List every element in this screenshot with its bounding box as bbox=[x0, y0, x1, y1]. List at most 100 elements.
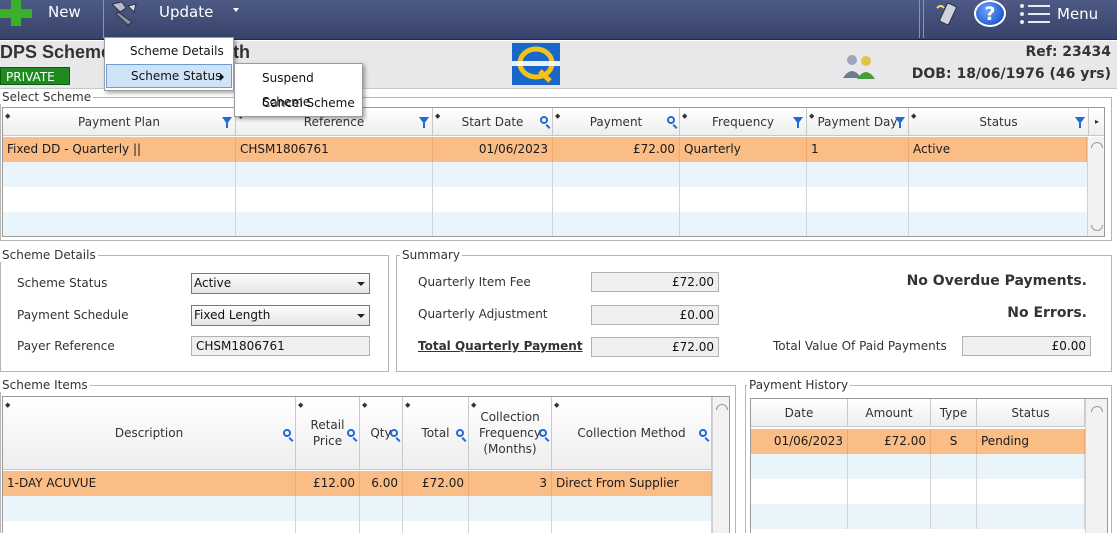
menu-icon[interactable] bbox=[1020, 1, 1050, 27]
table-row bbox=[3, 212, 1087, 236]
ref-text: Ref: 23434 bbox=[1025, 44, 1111, 60]
item-fee-field: £72.00 bbox=[591, 272, 719, 292]
scroll-up-icon[interactable] bbox=[1091, 406, 1103, 412]
column-header-start-date[interactable]: ◆ Start Date bbox=[433, 108, 553, 136]
menu-button[interactable]: Menu bbox=[1057, 4, 1098, 24]
search-icon[interactable] bbox=[456, 429, 464, 437]
chevron-down-icon[interactable] bbox=[233, 8, 239, 12]
table-row bbox=[3, 187, 1087, 212]
menu-item-cancel-scheme[interactable]: Cancel Scheme bbox=[236, 91, 361, 115]
update-label: Update bbox=[159, 3, 214, 21]
filter-icon[interactable] bbox=[793, 117, 803, 128]
payment-history-scrollbar[interactable] bbox=[1085, 399, 1107, 533]
column-header-payment[interactable]: ◆ Payment bbox=[553, 108, 680, 136]
search-icon[interactable] bbox=[539, 429, 547, 437]
search-icon[interactable] bbox=[699, 429, 707, 437]
column-header-status[interactable]: Status bbox=[977, 399, 1085, 427]
table-row bbox=[751, 479, 1085, 504]
scheme-status-submenu: Suspend Scheme Cancel Scheme bbox=[234, 63, 363, 117]
search-icon[interactable] bbox=[283, 429, 291, 437]
table-row bbox=[3, 521, 712, 533]
column-header-qty[interactable]: ◆ Qty bbox=[360, 397, 403, 470]
adjustment-field[interactable]: £0.00 bbox=[591, 305, 719, 325]
cell-start-date: 01/06/2023 bbox=[433, 137, 553, 162]
cell-qty: 6.00 bbox=[360, 471, 403, 496]
help-icon[interactable]: ? bbox=[974, 0, 1006, 27]
item-fee-label: Quarterly Item Fee bbox=[418, 275, 531, 289]
tools-icon bbox=[110, 1, 137, 26]
search-icon[interactable] bbox=[390, 429, 398, 437]
menu-item-label: Scheme Status bbox=[131, 69, 222, 83]
scroll-up-icon[interactable] bbox=[1091, 142, 1103, 148]
column-header-retail-price[interactable]: ◆ Retail Price bbox=[296, 397, 360, 470]
total-payment-field: £72.00 bbox=[591, 337, 719, 357]
table-row bbox=[751, 504, 1085, 529]
column-header-type[interactable]: Type bbox=[931, 399, 977, 427]
filter-icon[interactable] bbox=[419, 117, 429, 128]
dob-text: DOB: 18/06/1976 (46 yrs) bbox=[911, 66, 1111, 82]
status-badge: PRIVATE bbox=[0, 67, 70, 85]
page-title-left: DPS Scheme bbox=[0, 42, 112, 62]
cell-payment-plan: Fixed DD - Quarterly || bbox=[3, 137, 236, 162]
scheme-items-label: Scheme Items bbox=[0, 378, 90, 392]
total-payment-label[interactable]: Total Quarterly Payment bbox=[418, 339, 583, 353]
cell-payment-day: 1 bbox=[807, 137, 909, 162]
scheme-details-label: Scheme Details bbox=[0, 248, 98, 262]
people-icon[interactable] bbox=[840, 52, 878, 80]
scheme-grid-scrollbar[interactable] bbox=[1087, 137, 1104, 236]
table-row[interactable]: 01/06/2023 £72.00 S Pending bbox=[751, 429, 1085, 454]
scheme-grid: ◆Payment Plan ◆Reference ◆Start Date ◆Pa… bbox=[2, 107, 1105, 237]
chevron-right-icon bbox=[220, 73, 224, 81]
search-icon[interactable] bbox=[667, 116, 675, 124]
cell-status: Pending bbox=[977, 429, 1085, 454]
payer-reference-label: Payer Reference bbox=[17, 339, 115, 353]
overdue-message: No Overdue Payments. bbox=[906, 273, 1087, 289]
scheme-items-scrollbar[interactable] bbox=[712, 397, 729, 533]
new-label: New bbox=[48, 3, 81, 21]
toolbar-separator bbox=[919, 0, 920, 38]
scheme-status-select[interactable]: Active bbox=[191, 273, 370, 294]
table-row bbox=[3, 162, 1087, 187]
filter-icon[interactable] bbox=[1075, 117, 1085, 128]
phone-icon[interactable] bbox=[935, 2, 961, 26]
cell-status: Active bbox=[909, 137, 1087, 162]
menu-item-scheme-status[interactable]: Scheme Status bbox=[106, 64, 232, 88]
update-button[interactable]: Update bbox=[104, 0, 246, 28]
logo-icon bbox=[512, 43, 560, 85]
column-header-collection-frequency[interactable]: ◆ Collection Frequency (Months) bbox=[469, 397, 552, 470]
filter-icon[interactable] bbox=[895, 117, 905, 128]
table-row[interactable]: Fixed DD - Quarterly || CHSM1806761 01/0… bbox=[3, 137, 1087, 162]
plus-icon bbox=[0, 0, 34, 26]
table-row[interactable]: 1-DAY ACUVUE £12.00 6.00 £72.00 3 Direct… bbox=[3, 471, 712, 496]
column-header-frequency[interactable]: ◆ Frequency bbox=[680, 108, 807, 136]
filter-icon[interactable] bbox=[222, 117, 232, 128]
payment-schedule-select[interactable]: Fixed Length bbox=[191, 305, 370, 326]
column-header-amount[interactable]: Amount bbox=[848, 399, 931, 427]
column-header-payment-day[interactable]: ◆ Payment Day bbox=[807, 108, 909, 136]
menu-item-suspend-scheme[interactable]: Suspend Scheme bbox=[236, 66, 361, 109]
cell-reference: CHSM1806761 bbox=[236, 137, 433, 162]
column-chooser-button[interactable]: ▸ bbox=[1089, 108, 1104, 136]
table-row bbox=[751, 454, 1085, 479]
scroll-down-icon[interactable] bbox=[1091, 225, 1103, 231]
column-header-payment-plan[interactable]: ◆ Payment Plan bbox=[3, 108, 236, 136]
column-header-date[interactable]: Date bbox=[751, 399, 848, 427]
scroll-up-icon[interactable] bbox=[716, 404, 728, 410]
table-row bbox=[3, 496, 712, 521]
column-header-description[interactable]: ◆ Description bbox=[3, 397, 296, 470]
cell-collection-frequency: 3 bbox=[469, 471, 552, 496]
scheme-status-label: Scheme Status bbox=[17, 276, 108, 290]
cell-collection-method: Direct From Supplier bbox=[552, 471, 712, 496]
column-header-total[interactable]: ◆ Total bbox=[403, 397, 469, 470]
paid-payments-field: £0.00 bbox=[962, 336, 1091, 356]
search-icon[interactable] bbox=[347, 429, 355, 437]
select-scheme-label: Select Scheme bbox=[0, 90, 94, 104]
column-header-status[interactable]: ◆ Status bbox=[909, 108, 1089, 136]
search-icon[interactable] bbox=[540, 116, 548, 124]
update-menu: Scheme Details Scheme Status bbox=[104, 37, 234, 91]
payer-reference-field[interactable]: CHSM1806761 bbox=[191, 336, 370, 356]
scheme-items-grid: ◆ Description ◆ Retail Price ◆ Qty ◆ Total ◆… bbox=[2, 396, 730, 533]
menu-item-scheme-details[interactable]: Scheme Details bbox=[106, 39, 232, 63]
column-header-collection-method[interactable]: ◆ Collection Method bbox=[552, 397, 712, 470]
cell-retail-price: £12.00 bbox=[296, 471, 360, 496]
